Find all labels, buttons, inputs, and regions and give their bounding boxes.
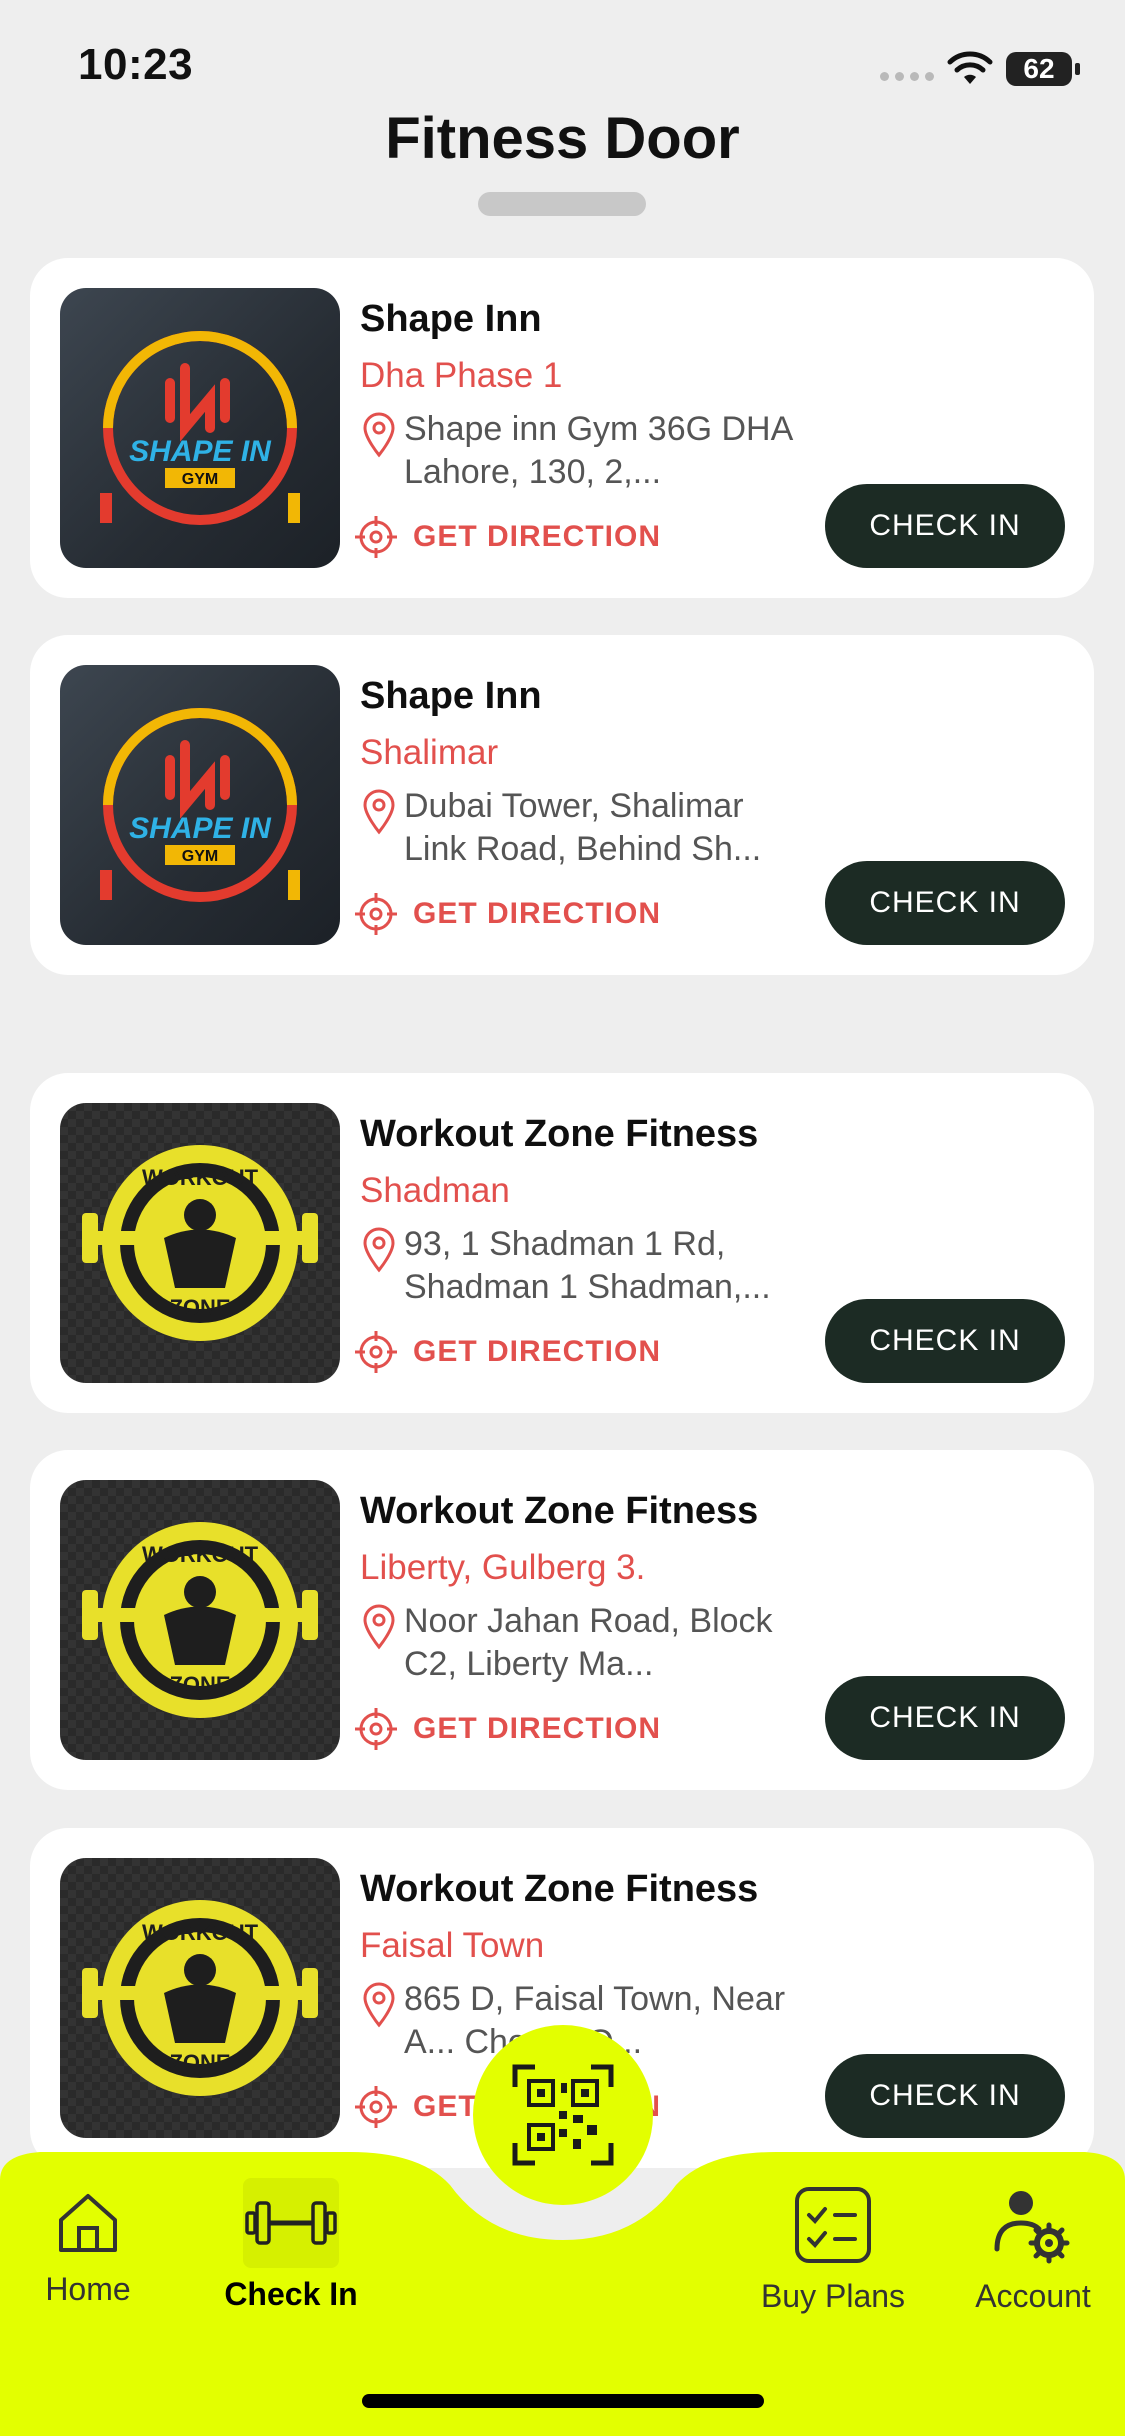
nav-account[interactable]: Account (963, 2185, 1103, 2315)
nav-home[interactable]: Home (38, 2188, 138, 2308)
get-direction-link[interactable]: GET DIRECTION (353, 891, 661, 937)
gym-branch: Shadman (360, 1171, 510, 1210)
nav-check-in[interactable]: Check In (216, 2178, 366, 2313)
svg-text:SHAPE IN: SHAPE IN (129, 435, 272, 468)
user-settings-icon (994, 2191, 1070, 2264)
workout-zone-logo: WORKOUT ZONE (60, 1858, 340, 2138)
location-pin-icon (363, 1604, 395, 1650)
nav-home-label: Home (45, 2271, 131, 2307)
gym-name: Workout Zone Fitness (360, 1490, 759, 1532)
get-direction-label: GET DIRECTION (413, 897, 662, 930)
gym-card[interactable]: WORKOUT ZONE Workout Zone Fitness Shadma… (30, 1073, 1094, 1413)
svg-text:WORKOUT: WORKOUT (142, 1165, 259, 1190)
location-pin-icon (363, 789, 395, 835)
check-in-button[interactable]: CHECK IN (825, 484, 1065, 568)
svg-text:WORKOUT: WORKOUT (142, 1920, 259, 1945)
gym-branch: Liberty, Gulberg 3. (360, 1548, 646, 1587)
crosshair-icon (355, 893, 397, 935)
wifi-icon (947, 51, 993, 84)
get-direction-link[interactable]: GET DIRECTION (353, 1329, 661, 1375)
svg-text:GYM: GYM (182, 471, 218, 488)
get-direction-label: GET DIRECTION (413, 520, 662, 553)
gym-card[interactable]: WORKOUT ZONE Workout Zone Fitness Libert… (30, 1450, 1094, 1790)
gym-name: Workout Zone Fitness (360, 1868, 759, 1910)
sheet-handle[interactable] (478, 192, 646, 216)
qr-scan-button[interactable] (473, 2025, 653, 2205)
nav-buy-plans[interactable]: Buy Plans (753, 2185, 913, 2315)
shape-inn-logo: SHAPE IN GYM (60, 288, 340, 568)
workout-zone-logo: WORKOUT ZONE (60, 1103, 340, 1383)
check-in-button[interactable]: CHECK IN (825, 1676, 1065, 1760)
location-pin-icon (363, 1227, 395, 1273)
location-pin-icon (363, 1982, 395, 2028)
svg-text:SHAPE IN: SHAPE IN (129, 812, 272, 845)
gym-address: 93, 1 Shadman 1 Rd, Shadman 1 Shadman,..… (404, 1225, 771, 1306)
svg-text:GYM: GYM (182, 848, 218, 865)
check-in-button[interactable]: CHECK IN (825, 1299, 1065, 1383)
nav-check-in-label: Check In (224, 2276, 358, 2312)
nav-buy-plans-label: Buy Plans (760, 2278, 906, 2314)
crosshair-icon (355, 1708, 397, 1750)
crosshair-icon (355, 2086, 397, 2128)
cellular-signal-icon (880, 72, 934, 81)
get-direction-link[interactable]: GET DIRECTION (353, 514, 661, 560)
shape-inn-logo: SHAPE IN GYM (60, 665, 340, 945)
home-icon (59, 2194, 117, 2252)
status-time: 10:23 (78, 40, 194, 89)
svg-text:ZONE: ZONE (169, 1295, 230, 1320)
page-title: Fitness Door (385, 106, 740, 171)
gym-name: Workout Zone Fitness (360, 1113, 759, 1155)
gym-branch: Dha Phase 1 (360, 356, 563, 395)
nav-account-label: Account (975, 2278, 1091, 2314)
gym-address: Noor Jahan Road, Block C2, Liberty Ma... (404, 1602, 773, 1683)
checklist-icon (795, 2187, 871, 2263)
gym-branch: Faisal Town (360, 1926, 545, 1965)
workout-zone-logo: WORKOUT ZONE (60, 1480, 340, 1760)
gym-address: Dubai Tower, Shalimar Link Road, Behind … (404, 787, 762, 868)
check-in-button[interactable]: CHECK IN (825, 861, 1065, 945)
gym-branch: Shalimar (360, 733, 499, 772)
get-direction-label: GET DIRECTION (413, 1335, 662, 1368)
crosshair-icon (355, 1331, 397, 1373)
gym-address: Shape inn Gym 36G DHA Lahore, 130, 2,... (404, 410, 792, 491)
gym-card[interactable]: SHAPE IN GYM Shape Inn Dha Phase 1 Shape… (30, 258, 1094, 598)
location-pin-icon (363, 412, 395, 458)
get-direction-link[interactable]: GET DIRECTION (353, 1706, 661, 1752)
gym-card[interactable]: SHAPE IN GYM Shape Inn Shalimar Dubai To… (30, 635, 1094, 975)
gym-name: Shape Inn (360, 675, 542, 717)
gym-name: Shape Inn (360, 298, 542, 340)
svg-text:ZONE: ZONE (169, 1672, 230, 1697)
battery-indicator: 62 (1006, 52, 1080, 86)
get-direction-label: GET DIRECTION (413, 1712, 662, 1745)
svg-text:ZONE: ZONE (169, 2050, 230, 2075)
crosshair-icon (355, 516, 397, 558)
qr-code-icon (512, 2064, 614, 2166)
svg-text:WORKOUT: WORKOUT (142, 1542, 259, 1567)
dumbbell-icon (245, 2201, 337, 2245)
check-in-button[interactable]: CHECK IN (825, 2054, 1065, 2138)
home-indicator (362, 2394, 764, 2408)
